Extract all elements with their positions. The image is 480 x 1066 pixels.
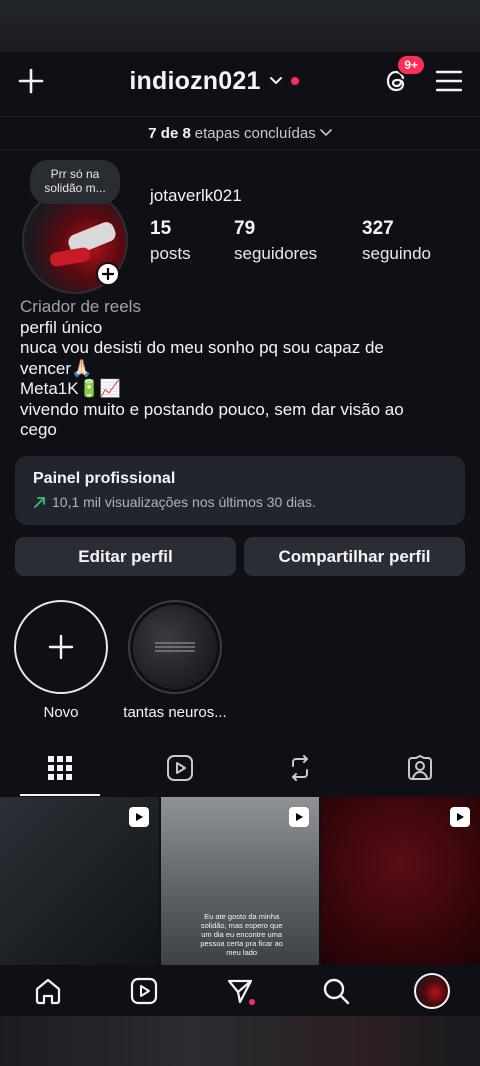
post-thumbnail[interactable] bbox=[321, 797, 480, 965]
onboarding-steps[interactable]: 7 de 8 etapas concluídas bbox=[0, 116, 480, 150]
bottom-navigation bbox=[0, 965, 480, 1017]
tagged-icon bbox=[408, 755, 432, 780]
grid-icon bbox=[48, 756, 72, 780]
profile-bio: Criador de reels perfil único nuca vou d… bbox=[20, 297, 460, 441]
plus-icon bbox=[18, 68, 44, 94]
stat-posts[interactable]: 15 posts bbox=[150, 218, 191, 264]
professional-dashboard[interactable]: Painel profissional 10,1 mil visualizaçõ… bbox=[15, 456, 465, 525]
post-thumbnail[interactable] bbox=[0, 797, 159, 965]
share-profile-button[interactable]: Compartilhar perfil bbox=[244, 537, 465, 576]
direct-notification-dot bbox=[249, 999, 255, 1005]
bio-line: vivendo muito e postando pouco, sem dar … bbox=[20, 399, 404, 419]
bio-line: Meta1K🔋📈 bbox=[20, 379, 121, 398]
stat-label: seguidores bbox=[234, 244, 318, 263]
dashboard-title: Painel profissional bbox=[33, 470, 176, 487]
reel-badge-icon bbox=[289, 807, 310, 827]
profile-note[interactable]: Prr só na solidão m... bbox=[30, 160, 120, 204]
stat-label: posts bbox=[150, 244, 191, 263]
trend-up-icon bbox=[34, 496, 45, 508]
add-story-button[interactable] bbox=[96, 262, 120, 286]
tab-reposts[interactable] bbox=[240, 740, 360, 796]
nav-home[interactable] bbox=[24, 967, 72, 1015]
bio-line: perfil único bbox=[20, 317, 103, 337]
highlight-new[interactable]: Novo bbox=[1, 600, 121, 721]
reel-badge-icon bbox=[450, 807, 471, 827]
status-area-blur bbox=[0, 0, 480, 52]
steps-count: 7 de 8 bbox=[148, 124, 191, 142]
stat-label: seguindo bbox=[362, 244, 432, 263]
highlight-new-circle bbox=[14, 600, 108, 694]
bio-line: vencer🙏🏻 bbox=[20, 358, 93, 378]
dashboard-subtitle: 10,1 mil visualizações nos últimos 30 di… bbox=[52, 494, 316, 510]
nav-search[interactable] bbox=[312, 967, 360, 1015]
chevron-down-icon bbox=[319, 129, 332, 137]
steps-label: etapas concluídas bbox=[194, 124, 316, 142]
gesture-area-blur bbox=[0, 1016, 480, 1066]
plus-icon bbox=[48, 634, 74, 660]
nav-profile[interactable] bbox=[408, 967, 456, 1015]
account-notification-dot bbox=[290, 77, 299, 85]
notification-badge: 9+ bbox=[396, 54, 426, 76]
create-button[interactable] bbox=[18, 68, 44, 94]
highlight-label: tantas neuros... bbox=[123, 704, 227, 721]
profile-category: Criador de reels bbox=[20, 297, 141, 316]
tab-grid[interactable] bbox=[0, 740, 120, 796]
profile-username: indiozn021 bbox=[129, 66, 261, 95]
stat-value: 327 bbox=[362, 218, 394, 239]
stat-following[interactable]: 327 seguindo bbox=[362, 218, 431, 264]
post-grid: Eu ate gosto da minha solidão, mas esper… bbox=[0, 797, 480, 965]
post-caption: Eu ate gosto da minha solidão, mas esper… bbox=[200, 912, 283, 957]
stat-value: 79 bbox=[234, 218, 256, 239]
bio-line: cego bbox=[20, 420, 57, 439]
post-thumbnail[interactable]: Eu ate gosto da minha solidão, mas esper… bbox=[160, 797, 320, 965]
home-icon bbox=[35, 978, 61, 1005]
highlight-cover bbox=[128, 600, 222, 694]
profile-header: indiozn021 9+ bbox=[0, 52, 480, 110]
bio-line: nuca vou desisti do meu sonho pq sou cap… bbox=[20, 338, 384, 357]
repost-icon bbox=[292, 755, 308, 781]
tab-tagged[interactable] bbox=[360, 740, 480, 796]
stat-value: 15 bbox=[150, 218, 172, 239]
account-switcher[interactable]: indiozn021 bbox=[129, 66, 299, 96]
threads-button[interactable]: 9+ bbox=[384, 54, 426, 94]
chevron-down-icon bbox=[269, 77, 282, 85]
profile-tabs bbox=[0, 740, 480, 796]
display-name: jotaverlk021 bbox=[150, 186, 242, 205]
reels-icon bbox=[167, 755, 193, 781]
highlight-label: Novo bbox=[43, 704, 79, 721]
tab-reels[interactable] bbox=[120, 740, 240, 796]
stat-followers[interactable]: 79 seguidores bbox=[234, 218, 317, 264]
search-icon bbox=[323, 978, 350, 1005]
plus-icon bbox=[102, 268, 114, 280]
reels-icon bbox=[130, 977, 158, 1005]
nav-reels[interactable] bbox=[120, 967, 168, 1015]
reel-badge-icon bbox=[128, 807, 149, 827]
profile-avatar-small bbox=[414, 973, 450, 1009]
edit-profile-button[interactable]: Editar perfil bbox=[15, 537, 236, 576]
highlight-item[interactable]: tantas neuros... bbox=[115, 600, 235, 721]
nav-direct[interactable] bbox=[216, 967, 264, 1015]
menu-button[interactable] bbox=[436, 70, 462, 92]
hamburger-menu-icon bbox=[436, 70, 462, 92]
